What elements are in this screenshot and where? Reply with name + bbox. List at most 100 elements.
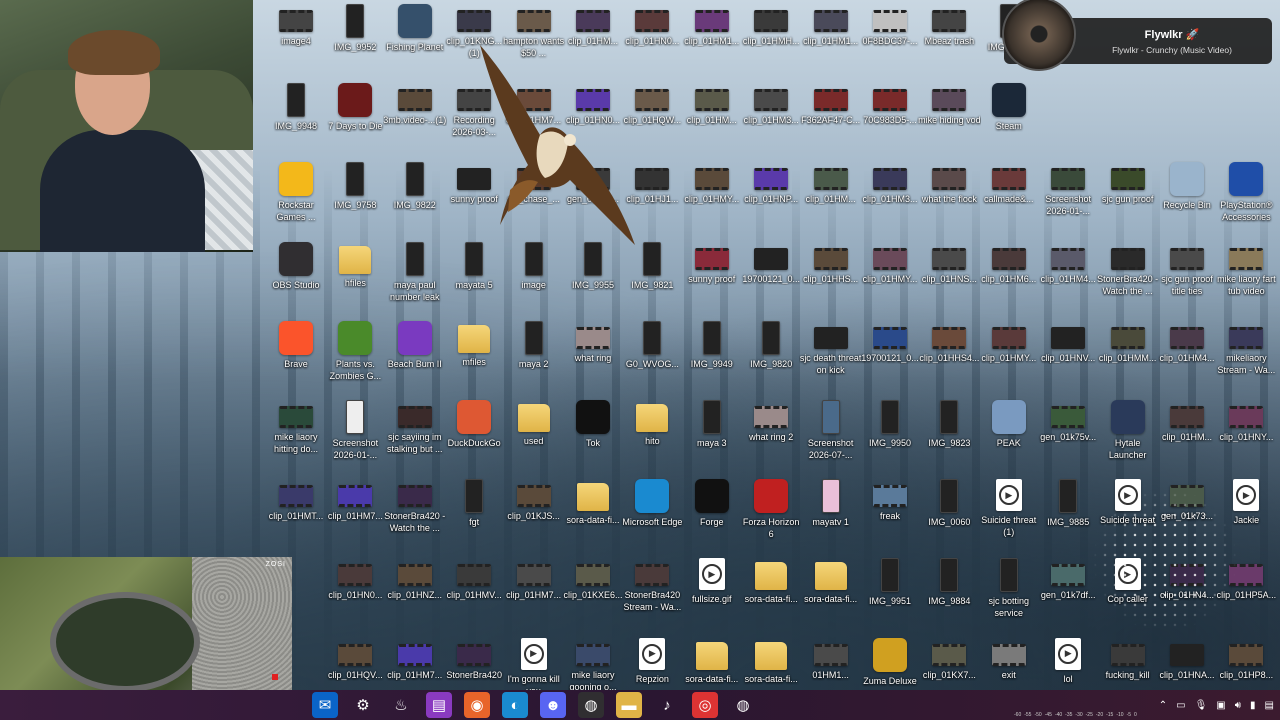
outlook-icon[interactable]: ✉	[312, 692, 338, 718]
desktop-icon[interactable]: IMG_9955	[561, 240, 625, 291]
desktop-icon[interactable]: mfiles	[442, 319, 506, 368]
desktop-icon[interactable]: sunny proof	[680, 240, 744, 285]
settings-icon[interactable]: ⚙	[350, 692, 376, 718]
desktop-icon[interactable]: 70C983D5-...	[858, 81, 922, 126]
desktop-icon[interactable]: Mbeaz trash	[917, 2, 981, 47]
desktop-icon[interactable]: clip_01HQW...	[620, 81, 684, 126]
desktop-icon[interactable]: clip_01HNP...	[739, 160, 803, 205]
desktop-icon[interactable]: sunny proof	[442, 160, 506, 205]
chrome-icon[interactable]: ◎	[692, 692, 718, 718]
desktop-icon[interactable]: Steam	[977, 81, 1041, 132]
desktop-icon[interactable]: clip_01HMT...	[264, 477, 328, 522]
desktop-icon[interactable]: fgt	[442, 477, 506, 528]
microphone-icon[interactable]: 🎙︎	[1195, 700, 1208, 711]
desktop-icon[interactable]: PlayStation® Accessories	[1214, 160, 1278, 223]
network-icon[interactable]: ▭	[1176, 700, 1185, 711]
desktop-icon[interactable]: IMG_9820	[739, 319, 803, 370]
desktop-icon[interactable]: clip_01HM4...	[1155, 319, 1219, 364]
desktop-icon[interactable]: clip_01HM...	[799, 160, 863, 205]
desktop-icon[interactable]: clip_01HNA...	[1155, 636, 1219, 681]
discord-icon[interactable]: ☻	[540, 692, 566, 718]
tiktok-icon[interactable]: ♪	[654, 692, 680, 718]
desktop-icon[interactable]: clip_01HM...	[561, 2, 625, 47]
desktop-icon[interactable]: sjc_chase_...	[502, 160, 566, 205]
chevron-up-icon[interactable]: ⌃	[1159, 700, 1167, 711]
desktop-icon[interactable]: StonerBra420 Stream - Wa...	[620, 556, 684, 613]
desktop-icon[interactable]: IMG_9951	[858, 556, 922, 607]
desktop-icon[interactable]: Forge	[680, 477, 744, 528]
desktop-icon[interactable]: Microsoft Edge	[620, 477, 684, 528]
desktop-icon[interactable]: Hytale Launcher	[1096, 398, 1160, 461]
desktop-icon[interactable]: mike liaory hitting do...	[264, 398, 328, 455]
desktop-icon[interactable]: Recycle Bin	[1155, 160, 1219, 211]
desktop-icon[interactable]: clip_01HNY...	[1214, 398, 1278, 443]
desktop-icon[interactable]: mike liaory gooning o...	[561, 636, 625, 693]
desktop-icon[interactable]: Brave	[264, 319, 328, 370]
desktop-icon[interactable]: clip_01KNG...(1)	[442, 2, 506, 59]
desktop-icon[interactable]: used	[502, 398, 566, 447]
steam-icon[interactable]: ♨	[388, 692, 414, 718]
volume-icon[interactable]: 🔊︎	[1235, 700, 1241, 711]
desktop-icon[interactable]: clip_01HNS...	[917, 240, 981, 285]
desktop-icon[interactable]: sjc botting service	[977, 556, 1041, 619]
desktop-icon[interactable]: clip_01HN0...	[620, 2, 684, 47]
desktop-icon[interactable]: 3mb.video-...(1)	[383, 81, 447, 126]
display-icon[interactable]: ▣	[1216, 700, 1225, 711]
desktop-icon[interactable]: callmade&...	[977, 160, 1041, 205]
video-editor-icon[interactable]: ▤	[426, 692, 452, 718]
desktop-icon[interactable]: mayatv 1	[799, 477, 863, 528]
desktop-icon[interactable]: Tok	[561, 398, 625, 449]
desktop-icon[interactable]: IMG_9949	[680, 319, 744, 370]
desktop-icon[interactable]: clip_01HM6...	[977, 240, 1041, 285]
desktop-icon[interactable]: IMG_0060	[917, 477, 981, 528]
desktop-icon[interactable]: ▶ lol	[1036, 636, 1100, 685]
desktop-icon[interactable]: ▶ Repzion	[620, 636, 684, 685]
desktop-icon[interactable]: mike hiding vod	[917, 81, 981, 126]
desktop-icon[interactable]: IMG_9758	[323, 160, 387, 211]
desktop-icon[interactable]: clip_01HMY...	[680, 160, 744, 205]
desktop-icon[interactable]: sjc gun proof	[1096, 160, 1160, 205]
desktop-icon[interactable]: clip_01HMY...	[858, 240, 922, 285]
desktop-icon[interactable]: DuckDuckGo	[442, 398, 506, 449]
desktop-icon[interactable]: 19700121_0...	[858, 319, 922, 364]
desktop-icon[interactable]: clip_01HM3...	[858, 160, 922, 205]
desktop-icon[interactable]: what ring	[561, 319, 625, 364]
desktop-icon[interactable]: Fishing Planet	[383, 2, 447, 53]
desktop-icon[interactable]: IMG_9948	[264, 81, 328, 132]
desktop-icon[interactable]: clip_01HMV...	[442, 556, 506, 601]
desktop-icon[interactable]: mayata 5	[442, 240, 506, 291]
edge-icon[interactable]: ◐	[502, 692, 528, 718]
desktop-icon[interactable]: IMG_9950	[858, 398, 922, 449]
desktop-icon[interactable]: image	[502, 240, 566, 291]
desktop-icon[interactable]: IMG_9822	[383, 160, 447, 211]
desktop-icon[interactable]: Rockstar Games ...	[264, 160, 328, 223]
desktop-icon[interactable]: fucking_kill	[1096, 636, 1160, 681]
desktop-icon[interactable]: Screenshot 2026-01-...	[323, 398, 387, 461]
notification-icon[interactable]: ▤	[1265, 700, 1274, 711]
desktop-icon[interactable]: clip_01KX7...	[917, 636, 981, 681]
desktop-icon[interactable]: clip_01HM1...	[680, 2, 744, 47]
desktop-icon[interactable]: IMG_9823	[917, 398, 981, 449]
desktop-icon[interactable]: IMG_9821	[620, 240, 684, 291]
desktop-icon[interactable]: 7 Days to Die	[323, 81, 387, 132]
desktop-icon[interactable]: ▶ Suicide threat (1)	[977, 477, 1041, 538]
desktop-icon[interactable]: StonerBra420 - Watch the ...	[383, 477, 447, 534]
desktop-icon[interactable]: clip_01HNZ...	[383, 556, 447, 601]
desktop-icon[interactable]: Beach Bum II	[383, 319, 447, 370]
desktop-icon[interactable]: maya 2	[502, 319, 566, 370]
desktop-icon[interactable]: OBS Studio	[264, 240, 328, 291]
desktop-icon[interactable]: StonerBra420 - Watch the ...	[1096, 240, 1160, 297]
desktop-icon[interactable]: clip_01HM...	[680, 81, 744, 126]
desktop-icon[interactable]: Screenshot 2026-01-...	[1036, 160, 1100, 217]
desktop-icon[interactable]: sora-data-fi...	[739, 636, 803, 685]
desktop-icon[interactable]: clip_01HHS4...	[917, 319, 981, 364]
desktop-icon[interactable]: sora-data-fi...	[680, 636, 744, 685]
desktop-icon[interactable]: IMG_9884	[917, 556, 981, 607]
desktop-icon[interactable]: clip_01KXE6...	[561, 556, 625, 601]
desktop-icon[interactable]: StonerBra420	[442, 636, 506, 681]
desktop-icon[interactable]: hito	[620, 398, 684, 447]
desktop-icon[interactable]: ▶I'm gonna kill you	[502, 636, 566, 697]
desktop-icon[interactable]: Plants vs. Zombies G...	[323, 319, 387, 382]
obs-icon[interactable]: ◍	[578, 692, 604, 718]
desktop-icon[interactable]: clip_01HP8...	[1214, 636, 1278, 681]
